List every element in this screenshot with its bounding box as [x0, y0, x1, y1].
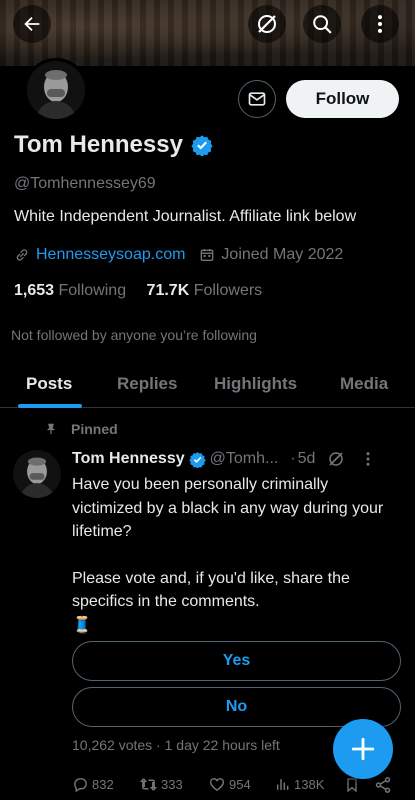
profile-name-text: Tom Hennessy: [14, 131, 183, 158]
search-icon: [313, 15, 332, 34]
retweet-icon: [139, 778, 158, 791]
verified-icon: [191, 135, 213, 156]
tweet-time: 5d: [297, 450, 316, 467]
profile-avatar[interactable]: [24, 58, 88, 122]
avatar-image: [13, 450, 61, 498]
views-button[interactable]: 138K: [275, 776, 324, 793]
link-icon: [16, 249, 28, 261]
joined-date: Joined May 2022: [221, 246, 344, 263]
tweet-author[interactable]: Tom Hennessy: [72, 450, 185, 468]
poll-meta: 10,262 votes · 1 day 22 hours left: [72, 737, 280, 753]
compose-button[interactable]: [333, 719, 393, 779]
message-icon: [248, 92, 266, 106]
pin-icon: [46, 423, 56, 435]
thread-emoji: 🧵: [72, 616, 92, 634]
followers-label: Followers: [193, 282, 263, 299]
search-button[interactable]: [303, 5, 341, 43]
calendar-icon: [201, 249, 214, 261]
following-link[interactable]: 1,653 Following: [14, 282, 126, 299]
more-button[interactable]: [361, 5, 399, 43]
like-count: 954: [229, 777, 251, 792]
not-followed-text: Not followed by anyone you’re following: [11, 327, 257, 343]
reply-icon: [74, 778, 87, 793]
profile-name: Tom Hennessy: [14, 131, 213, 159]
follow-button[interactable]: Follow: [286, 80, 399, 118]
back-arrow-icon: [24, 16, 40, 32]
retweet-count: 333: [161, 777, 183, 792]
message-button[interactable]: [238, 80, 276, 118]
grok-icon: [258, 15, 276, 33]
tab-highlights[interactable]: Highlights: [214, 374, 297, 394]
tab-posts[interactable]: Posts: [26, 374, 72, 394]
followers-count: 71.7K: [146, 282, 190, 299]
profile-handle: @Tomhennessey69: [14, 175, 156, 192]
active-tab-indicator: [18, 404, 82, 408]
avatar-image: [27, 61, 85, 119]
verified-icon: [188, 451, 206, 468]
profile-bio: White Independent Journalist. Affiliate …: [14, 208, 357, 225]
profile-tabs: Posts Replies Highlights Media: [0, 360, 415, 408]
bookmark-icon[interactable]: [344, 776, 360, 794]
grok-icon[interactable]: [327, 450, 345, 468]
tweet-avatar[interactable]: [13, 450, 61, 498]
tab-replies[interactable]: Replies: [117, 374, 177, 394]
profile-meta: Hennesseysoap.com Joined May 2022: [14, 246, 343, 264]
compose-plus-icon: [351, 737, 375, 761]
views-count: 138K: [294, 777, 325, 792]
website-link[interactable]: Hennesseysoap.com: [36, 246, 185, 264]
following-label: Following: [58, 282, 127, 299]
tweet-actions: 832 333 954 138K: [72, 776, 402, 796]
tab-media[interactable]: Media: [340, 374, 388, 394]
tweet-paragraph-2: Please vote and, if you'd like, share th…: [72, 569, 350, 611]
tweet-text: Have you been personally criminally vict…: [72, 473, 392, 637]
more-icon[interactable]: [359, 450, 377, 468]
profile-stats: 1,653 Following 71.7K Followers: [14, 282, 262, 300]
profile-banner[interactable]: [0, 0, 415, 66]
pinned-label: Pinned: [44, 421, 118, 437]
grok-button[interactable]: [248, 5, 286, 43]
share-icon[interactable]: [374, 776, 392, 794]
tweet-paragraph-1: Have you been personally criminally vict…: [72, 476, 384, 540]
retweet-button[interactable]: 333: [139, 776, 183, 793]
like-button[interactable]: 954: [208, 776, 251, 793]
tweet-dot: ·: [290, 450, 296, 467]
tweet-handle: @Tomh...: [209, 450, 279, 467]
views-icon: [276, 779, 289, 790]
following-count: 1,653: [14, 282, 55, 299]
tweet-header: Tom Hennessy @Tomh... · 5d: [72, 450, 377, 468]
reply-count: 832: [92, 777, 114, 792]
followers-link[interactable]: 71.7K Followers: [147, 282, 263, 299]
pinned-text: Pinned: [71, 421, 118, 437]
like-icon: [209, 778, 225, 792]
back-button[interactable]: [13, 5, 51, 43]
reply-button[interactable]: 832: [72, 776, 114, 793]
poll-option-yes[interactable]: Yes: [72, 641, 401, 681]
more-icon: [377, 15, 383, 33]
